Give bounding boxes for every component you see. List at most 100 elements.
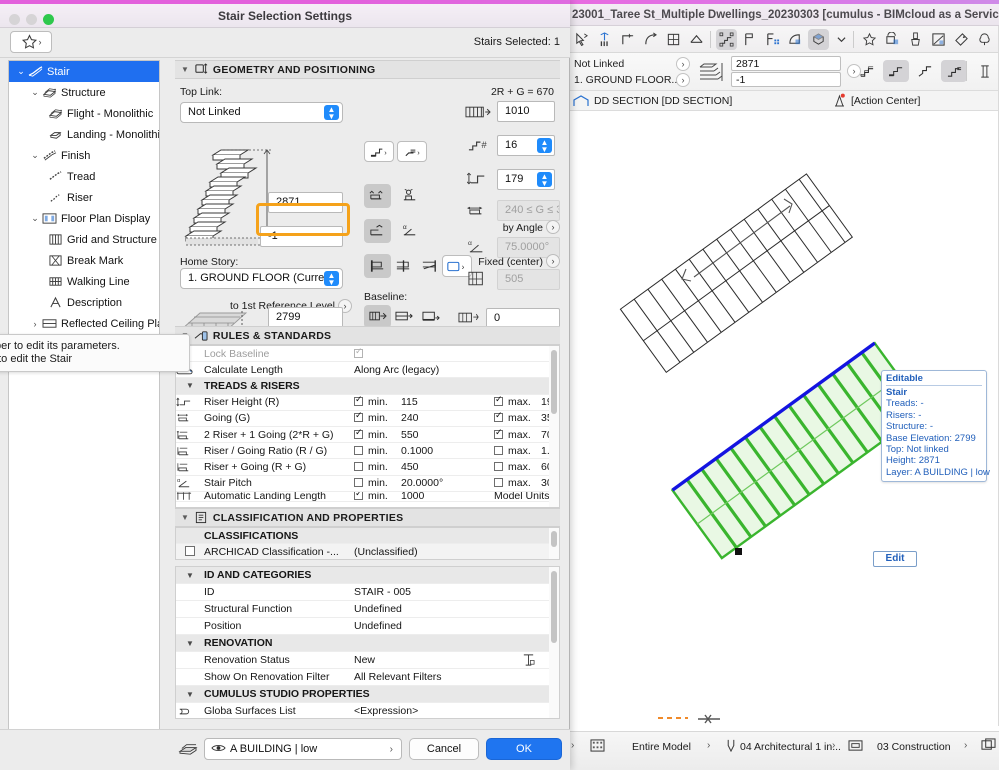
table-row[interactable]: Riser / Going Ratio (R / G) min. 0.1000 … — [176, 443, 559, 460]
by-angle-chevron[interactable]: › — [546, 220, 560, 234]
archicad-active-tab-label[interactable]: DD SECTION [DD SECTION] — [594, 95, 732, 107]
infobar-offset-field[interactable]: -1 — [731, 72, 841, 87]
structure-display-icon[interactable] — [980, 738, 997, 752]
chevron-right-icon[interactable]: › — [390, 740, 393, 760]
chevron-right-icon[interactable]: › — [29, 319, 41, 329]
chevron-down-icon[interactable]: ⌄ — [29, 150, 41, 161]
min-checkbox[interactable] — [354, 410, 363, 423]
statusbar-item-0[interactable]: Entire Model — [632, 741, 691, 753]
sidebar-item-landing-monolithic[interactable]: Landing - Monolithic — [9, 124, 159, 145]
baseline-right-button[interactable] — [418, 305, 445, 328]
triangle-down-icon[interactable]: ▼ — [176, 639, 204, 648]
ok-button[interactable]: OK — [486, 738, 562, 760]
stair-height-field[interactable]: 2871 — [268, 192, 343, 213]
stepper-icon[interactable]: ▲ ▼ — [324, 105, 339, 121]
angle-method-button[interactable] — [364, 219, 391, 243]
chevron-down-icon[interactable]: ⌄ — [15, 66, 27, 77]
stair-icon[interactable] — [716, 29, 737, 50]
section-classification-header[interactable]: ▼ CLASSIFICATION AND PROPERTIES — [175, 508, 560, 527]
table-row[interactable]: α Stair Pitch min. 20.0000° max. 30.0000… — [176, 476, 559, 492]
sidebar-item-description[interactable]: Description — [9, 292, 159, 313]
stair-flight-2-icon[interactable] — [883, 60, 909, 82]
grid-icon[interactable] — [663, 29, 684, 50]
sidebar-item-reflected-ceiling-plan[interactable]: › Reflected Ceiling Plan D — [9, 313, 160, 334]
min-checkbox[interactable] — [354, 394, 363, 407]
stair-flight-3-icon[interactable] — [912, 60, 938, 82]
baseline-center-button[interactable] — [391, 305, 418, 328]
favorite-star-icon[interactable] — [859, 29, 880, 50]
layer-select[interactable]: A BUILDING | low › — [204, 738, 402, 760]
stair-flight-1-icon[interactable] — [854, 60, 880, 82]
statusbar-item-1[interactable]: 04 Architectural 1 in... — [740, 741, 841, 753]
roof-icon[interactable] — [686, 29, 707, 50]
classification-checkbox[interactable] — [185, 545, 195, 556]
sidebar-item-stair[interactable]: ⌄ Stair — [9, 61, 159, 82]
statusbar-left-chevron[interactable]: › — [571, 740, 574, 751]
infobar-home-story-chevron[interactable]: › — [676, 73, 690, 87]
sidebar-item-finish[interactable]: ⌄ Finish — [9, 145, 159, 166]
pen-set-statusbar-icon[interactable] — [722, 738, 739, 752]
min-checkbox[interactable] — [354, 427, 363, 439]
flight-insert-button[interactable]: › — [364, 141, 394, 162]
width-center-button[interactable] — [390, 254, 417, 278]
table-row[interactable]: 2 Riser + 1 Going (2*R + G) min. 550 max… — [176, 427, 559, 444]
section-icon[interactable] — [928, 29, 949, 50]
corner-icon[interactable] — [617, 29, 638, 50]
column-icon[interactable] — [594, 29, 615, 50]
sidebar-item-walking-line[interactable]: Walking Line — [9, 271, 159, 292]
sidebar-item-break-mark[interactable]: Break Mark — [9, 250, 159, 271]
property-value[interactable]: STAIR - 005 — [354, 586, 411, 598]
table-row[interactable]: ID STAIR - 005 — [176, 584, 559, 601]
fixed-center-chevron[interactable]: › — [546, 254, 560, 268]
edit-stair-button[interactable]: Edit — [873, 551, 917, 567]
table-group-row[interactable]: ▼ ID AND CATEGORIES — [176, 567, 559, 584]
max-checkbox[interactable] — [494, 445, 503, 455]
label-icon[interactable] — [951, 29, 972, 50]
pen-set-icon[interactable] — [178, 740, 198, 757]
triangle-down-icon[interactable]: ▼ — [181, 513, 189, 522]
classifications-table[interactable]: CLASSIFICATIONS ARCHICAD Classification … — [175, 527, 560, 560]
rules-table[interactable]: Lock Baseline Calculate Length Along Arc… — [175, 345, 560, 508]
property-value[interactable]: All Relevant Filters — [354, 671, 442, 683]
triangle-down-icon[interactable]: ▼ — [176, 571, 204, 580]
chevron-down-icon[interactable]: ⌄ — [29, 87, 41, 98]
landing-insert-button[interactable]: › — [397, 141, 427, 162]
stepper-icon[interactable]: ▲ ▼ — [537, 172, 552, 188]
chevron-down-icon[interactable]: ⌄ — [29, 213, 41, 224]
triangle-down-icon[interactable]: ▼ — [181, 65, 189, 74]
stair-component-tree[interactable]: ⌄ Stair ⌄ Structure Flight - Monolithic — [8, 60, 160, 738]
max-checkbox[interactable] — [494, 427, 503, 439]
total-run-field[interactable]: 1010 — [497, 101, 555, 122]
riser-height-field[interactable]: 179 ▲ ▼ — [497, 169, 555, 190]
triangle-down-icon[interactable]: ▼ — [176, 690, 204, 699]
width-left-button[interactable] — [364, 254, 391, 278]
min-value[interactable]: 550 — [401, 429, 494, 441]
layer-combination-icon[interactable] — [847, 738, 864, 752]
property-value[interactable]: Undefined — [354, 603, 402, 615]
infobar-top-link-chevron[interactable]: › — [676, 57, 690, 71]
stepper-icon[interactable]: ▲ ▼ — [537, 138, 552, 154]
table-group-row[interactable]: ▼ RENOVATION — [176, 635, 559, 652]
triangle-down-icon[interactable]: ▼ — [176, 381, 204, 390]
statusbar-chevron-0[interactable]: › — [707, 740, 710, 751]
top-link-select[interactable]: Not Linked ▲ ▼ — [180, 102, 343, 123]
statusbar-chevron-1[interactable]: › — [832, 740, 835, 751]
stair-flight-4-icon[interactable] — [941, 60, 967, 82]
table-row[interactable]: ARCHICAD Classification -... (Unclassifi… — [176, 544, 559, 559]
section-rules-header[interactable]: ▼ RULES & STANDARDS — [175, 326, 560, 345]
cancel-button[interactable]: Cancel — [409, 738, 479, 760]
min-value[interactable]: 1000 — [401, 492, 494, 501]
paint-brush-icon[interactable] — [905, 29, 926, 50]
max-checkbox[interactable] — [494, 394, 503, 407]
sidebar-item-riser[interactable]: Riser — [9, 187, 159, 208]
action-center-label[interactable]: [Action Center] — [851, 95, 920, 107]
favorites-button[interactable]: › — [10, 31, 52, 53]
stair-offset-field[interactable]: -1 — [260, 226, 343, 247]
max-checkbox[interactable] — [494, 461, 503, 471]
baseline-left-button[interactable] — [364, 305, 391, 328]
max-value[interactable]: Model Units — [494, 492, 549, 501]
min-checkbox[interactable] — [354, 445, 363, 455]
risers-count-field[interactable]: 16 ▲ ▼ — [497, 135, 555, 156]
curve-icon[interactable] — [640, 29, 661, 50]
statusbar-item-2[interactable]: 03 Construction — [877, 741, 951, 753]
